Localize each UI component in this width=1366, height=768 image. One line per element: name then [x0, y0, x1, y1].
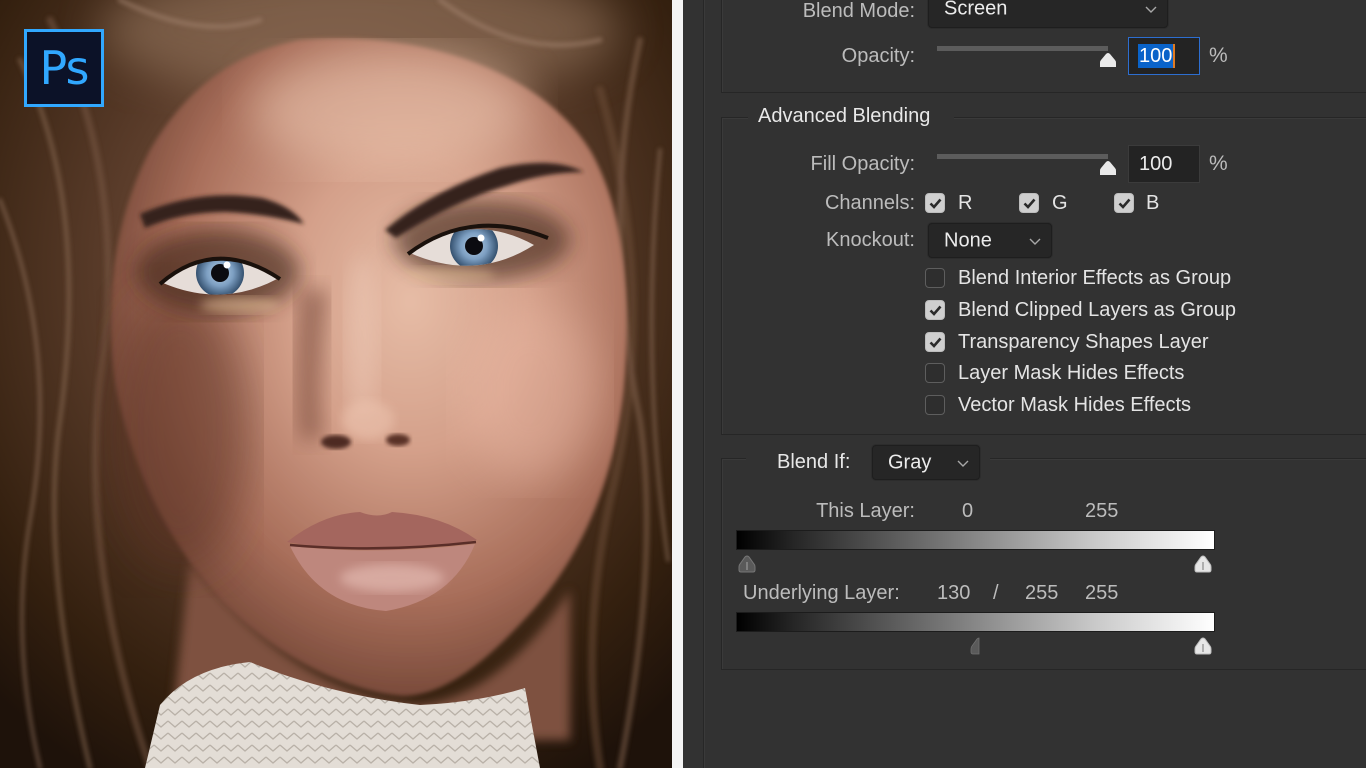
underlying-white-value: 255 — [1085, 582, 1119, 604]
channel-g-label: G — [1052, 192, 1068, 214]
knockout-dropdown[interactable]: None — [928, 223, 1052, 258]
this-layer-black-thumb[interactable] — [738, 555, 756, 573]
blend-clipped-layers-label: Blend Clipped Layers as Group — [958, 299, 1236, 321]
opacity-slider-thumb[interactable] — [1099, 52, 1117, 68]
underlying-split-separator: / — [993, 582, 999, 604]
channel-b-label: B — [1146, 192, 1160, 214]
vector-mask-hides-effects-label: Vector Mask Hides Effects — [958, 394, 1192, 416]
opacity-input[interactable]: 100 — [1128, 37, 1200, 75]
photoshop-logo-icon: Ps — [24, 29, 104, 107]
vector-mask-hides-effects-checkbox[interactable] — [925, 395, 945, 415]
checkmark-icon — [929, 305, 942, 316]
blend-mode-label: Blend Mode: — [802, 0, 915, 22]
knockout-label: Knockout: — [826, 229, 915, 251]
channel-r-checkbox[interactable] — [925, 193, 945, 213]
blend-interior-effects-label: Blend Interior Effects as Group — [958, 267, 1232, 289]
underlying-layer-label: Underlying Layer: — [743, 582, 900, 604]
underlying-black-low-value: 130 — [937, 582, 971, 604]
blend-if-channel-dropdown[interactable]: Gray — [872, 445, 980, 480]
this-layer-white-value: 255 — [1085, 500, 1119, 522]
underlying-black-high-value: 255 — [1025, 582, 1059, 604]
layer-mask-hides-effects-checkbox[interactable] — [925, 363, 945, 383]
checkmark-icon — [929, 337, 942, 348]
blend-if-label: Blend If: — [777, 451, 851, 473]
fill-opacity-slider[interactable] — [937, 154, 1116, 175]
portrait-photo: Ps — [0, 0, 672, 768]
fill-opacity-slider-thumb[interactable] — [1099, 160, 1117, 176]
underlying-black-low-half-thumb[interactable] — [970, 637, 988, 655]
checkmark-icon — [929, 198, 942, 209]
blend-if-channel-value: Gray — [888, 451, 932, 473]
advanced-blending-title: Advanced Blending — [758, 105, 931, 127]
underlying-layer-slider[interactable] — [747, 637, 1212, 655]
transparency-shapes-layer-checkbox[interactable] — [925, 332, 945, 352]
underlying-layer-gradient-bar — [736, 612, 1215, 632]
this-layer-black-value: 0 — [962, 500, 974, 522]
underlying-white-thumb[interactable] — [1194, 637, 1212, 655]
fill-opacity-input[interactable]: 100 — [1128, 145, 1200, 183]
channel-g-checkbox[interactable] — [1019, 193, 1039, 213]
channel-r-label: R — [958, 192, 973, 214]
blend-mode-dropdown[interactable]: Screen — [928, 0, 1168, 28]
fill-opacity-unit: % — [1209, 152, 1228, 175]
opacity-label: Opacity: — [841, 45, 915, 67]
opacity-slider[interactable] — [937, 46, 1116, 67]
this-layer-white-thumb[interactable] — [1194, 555, 1212, 573]
fill-opacity-label: Fill Opacity: — [810, 153, 915, 175]
opacity-unit: % — [1209, 44, 1228, 67]
this-layer-label: This Layer: — [816, 500, 915, 522]
fill-opacity-value: 100 — [1139, 153, 1173, 175]
this-layer-gradient-bar — [736, 530, 1215, 550]
panel-frame-line — [703, 0, 704, 768]
channel-b-checkbox[interactable] — [1114, 193, 1134, 213]
channels-label: Channels: — [824, 192, 915, 214]
blend-interior-effects-checkbox[interactable] — [925, 268, 945, 288]
chevron-down-icon — [1145, 6, 1157, 13]
layer-mask-hides-effects-label: Layer Mask Hides Effects — [958, 362, 1185, 384]
chevron-down-icon — [957, 460, 969, 467]
checkmark-icon — [1118, 198, 1131, 209]
portrait-image — [0, 0, 672, 768]
checkmark-icon — [1023, 198, 1036, 209]
chevron-down-icon — [1029, 238, 1041, 245]
image-panel-divider — [672, 0, 683, 768]
blend-clipped-layers-checkbox[interactable] — [925, 300, 945, 320]
opacity-value: 100 — [1138, 44, 1176, 68]
knockout-value: None — [944, 229, 992, 251]
this-layer-slider[interactable] — [738, 555, 1212, 573]
blend-mode-value: Screen — [944, 0, 1008, 20]
transparency-shapes-layer-label: Transparency Shapes Layer — [958, 331, 1209, 353]
